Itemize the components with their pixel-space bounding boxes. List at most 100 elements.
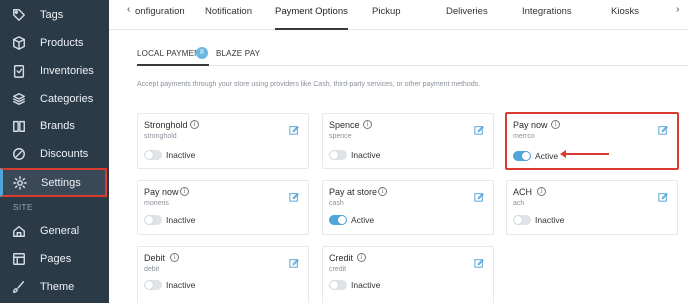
layers-icon [12, 92, 26, 106]
discount-icon [12, 147, 26, 161]
sidebar-item-label: Inventories [40, 65, 94, 77]
info-icon[interactable]: i [378, 187, 387, 196]
sidebar-item-products[interactable]: Products [0, 30, 109, 56]
sidebar-item-label: Brands [40, 120, 75, 132]
edit-icon[interactable] [289, 255, 299, 268]
payment-card-spence: Spence i spence Inactive [322, 113, 494, 169]
payment-card-pay-at-store: Pay at store i cash Active [322, 180, 494, 235]
sidebar-item-theme[interactable]: Theme [0, 274, 109, 300]
edit-icon[interactable] [289, 189, 299, 202]
sidebar-item-inventories[interactable]: Inventories [0, 58, 109, 84]
divider [137, 65, 688, 66]
sidebar-item-label: General [40, 225, 80, 237]
subtab-blaze-pay[interactable]: BLAZE PAY [216, 49, 260, 58]
toggle-switch[interactable] [144, 280, 162, 290]
toggle-switch[interactable] [144, 150, 162, 160]
status-label: Inactive [166, 150, 196, 160]
card-subtitle: debit [144, 266, 160, 273]
card-title: Pay at store [329, 187, 378, 197]
toggle-switch[interactable] [329, 150, 347, 160]
tab-pickup[interactable]: Pickup [372, 0, 401, 30]
status-label: Inactive [166, 280, 196, 290]
info-icon[interactable]: i [180, 187, 189, 196]
toggle-switch[interactable] [513, 215, 531, 225]
chevron-right-icon[interactable]: › [676, 4, 679, 15]
card-subtitle: merrco [513, 133, 535, 140]
chevron-left-icon[interactable]: ‹ [127, 4, 130, 15]
card-subtitle: stronghold [144, 133, 177, 140]
sidebar-item-label: Theme [40, 281, 75, 293]
status-label: Active [535, 151, 559, 161]
payment-card-paynow-moneris: Pay now i moneris Inactive [137, 180, 309, 235]
tab-integrations[interactable]: Integrations [522, 0, 572, 30]
status-label: Active [351, 215, 375, 225]
annotation-arrow [560, 150, 609, 158]
card-title: Debit [144, 253, 166, 263]
info-icon[interactable]: i [551, 120, 560, 129]
edit-icon[interactable] [289, 122, 299, 135]
tab-configuration[interactable]: onfiguration [135, 0, 185, 30]
status-label: Inactive [535, 215, 565, 225]
sidebar-item-settings[interactable]: Settings [0, 168, 107, 197]
card-subtitle: ach [513, 200, 525, 207]
card-title: Pay now [144, 187, 179, 197]
sidebar-item-general[interactable]: General [0, 218, 109, 244]
edit-icon[interactable] [658, 122, 668, 135]
book-icon [12, 119, 26, 133]
sidebar-item-label: Products [40, 37, 84, 49]
edit-icon[interactable] [658, 189, 668, 202]
card-subtitle: cash [329, 200, 344, 207]
sidebar-item-discounts[interactable]: Discounts [0, 141, 109, 167]
tab-payment-options[interactable]: Payment Options [275, 0, 348, 30]
info-icon[interactable]: i [537, 187, 546, 196]
tab-deliveries[interactable]: Deliveries [446, 0, 488, 30]
sidebar-item-label: Tags [40, 9, 64, 21]
tag-icon [12, 8, 26, 22]
tab-kiosks[interactable]: Kiosks [611, 0, 639, 30]
pages-icon [12, 252, 26, 266]
tab-notification[interactable]: Notification [205, 0, 252, 30]
payment-card-ach: ACH i ach Inactive [506, 180, 678, 235]
card-title: Pay now [513, 120, 548, 130]
top-tabs: ‹ onfiguration Notification Payment Opti… [109, 0, 688, 30]
active-subtab-indicator [137, 64, 209, 66]
sidebar-item-tags[interactable]: Tags [0, 2, 109, 28]
card-subtitle: credit [329, 266, 347, 273]
payment-card-debit: Debit i debit Inactive [137, 246, 309, 303]
card-title: ACH [513, 187, 533, 197]
toggle-switch[interactable] [513, 151, 531, 161]
sidebar-item-label: Settings [41, 176, 81, 189]
edit-icon[interactable] [474, 255, 484, 268]
subtab-local-payment[interactable]: LOCAL PAYMENT [137, 49, 205, 58]
count-badge: 8 [196, 47, 208, 59]
sidebar: Tags Products Inventories Categories Bra… [0, 0, 109, 303]
home-icon [12, 224, 26, 238]
sidebar-item-pages[interactable]: Pages [0, 246, 109, 272]
card-subtitle: moneris [144, 200, 169, 207]
sidebar-item-brands[interactable]: Brands [0, 113, 109, 139]
gear-icon [13, 175, 27, 190]
brush-icon [12, 280, 26, 294]
info-icon[interactable]: i [357, 253, 366, 262]
card-subtitle: spence [329, 133, 352, 140]
toggle-switch[interactable] [144, 215, 162, 225]
card-title: Credit [329, 253, 354, 263]
sidebar-section-label: SITE [13, 203, 33, 212]
toggle-switch[interactable] [329, 280, 347, 290]
description-text: Accept payments through your store using… [137, 81, 481, 88]
sidebar-item-label: Discounts [40, 148, 89, 160]
box-icon [12, 36, 26, 50]
status-label: Inactive [166, 215, 196, 225]
payment-card-paynow-merrco: Pay now i merrco Active [505, 112, 679, 170]
info-icon[interactable]: i [363, 120, 372, 129]
info-icon[interactable]: i [190, 120, 199, 129]
payment-card-credit: Credit i credit Inactive [322, 246, 494, 303]
clipboard-icon [12, 64, 26, 78]
info-icon[interactable]: i [170, 253, 179, 262]
edit-icon[interactable] [474, 189, 484, 202]
card-title: Stronghold [144, 120, 188, 130]
toggle-switch[interactable] [329, 215, 347, 225]
sidebar-item-label: Pages [40, 253, 72, 265]
sidebar-item-categories[interactable]: Categories [0, 86, 109, 112]
edit-icon[interactable] [474, 122, 484, 135]
